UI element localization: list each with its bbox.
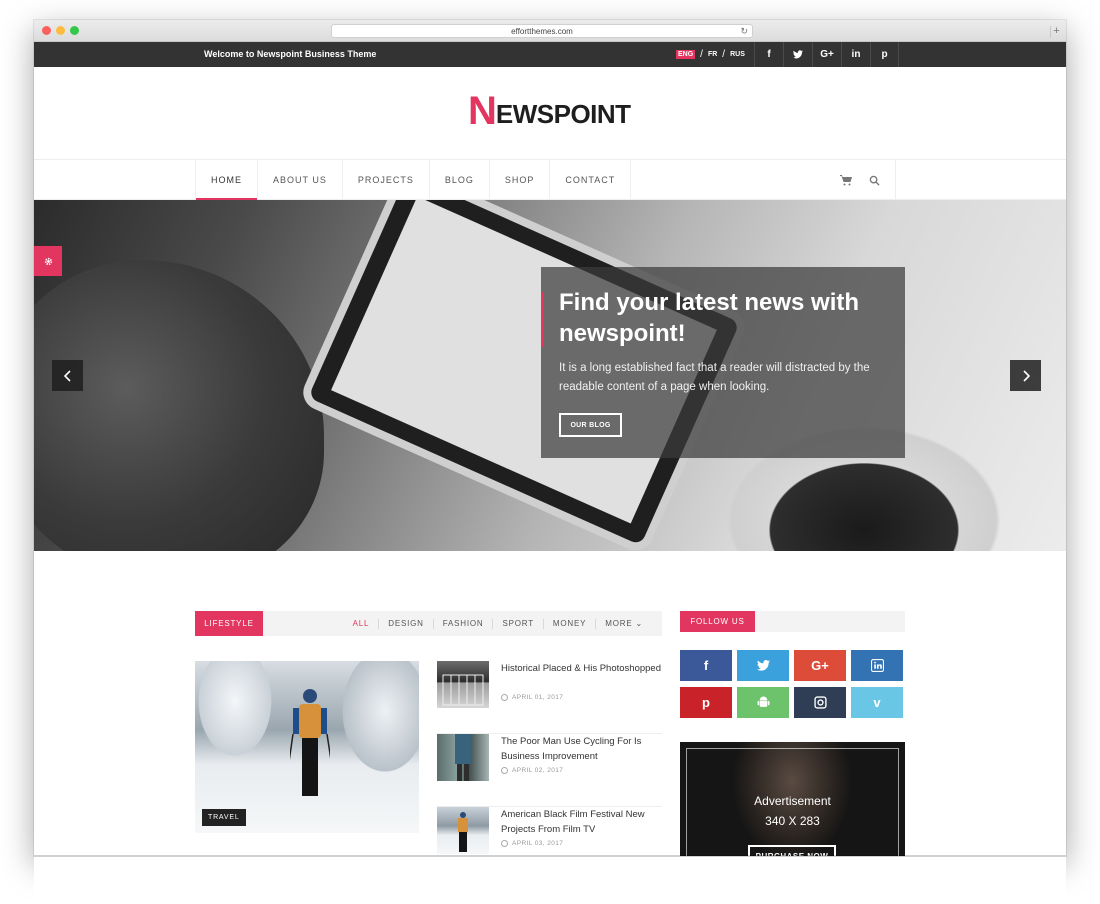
header-logo-area: N EWSPOINT bbox=[34, 67, 1066, 160]
google-plus-icon[interactable]: G+ bbox=[794, 650, 846, 681]
category-bar-visible: LIFESTYLE ALL DESIGN FASHION SPORT MONEY… bbox=[195, 611, 662, 636]
filter-more[interactable]: MORE ⌄ bbox=[595, 618, 652, 629]
browser-toolbar: effortthemes.com ↻ + bbox=[34, 20, 1066, 42]
language-switcher: ENG / FR / RUS bbox=[676, 42, 745, 67]
window-controls bbox=[42, 26, 79, 35]
search-icon[interactable] bbox=[867, 173, 881, 187]
hero-description: It is a long established fact that a rea… bbox=[559, 362, 870, 393]
window-bottom-edge bbox=[34, 856, 1066, 904]
main-navigation: HOME ABOUT US PROJECTS BLOG SHOP CONTACT bbox=[34, 160, 1066, 200]
linkedin-icon[interactable] bbox=[851, 650, 903, 681]
filter-design[interactable]: DESIGN bbox=[378, 618, 432, 629]
filter-all[interactable]: ALL bbox=[344, 619, 379, 629]
filter-money[interactable]: MONEY bbox=[542, 618, 595, 629]
lang-rus[interactable]: RUS bbox=[730, 51, 745, 58]
chevron-left-icon bbox=[63, 369, 71, 382]
feature-post-image[interactable]: TRAVEL bbox=[195, 661, 419, 833]
hero-title: Find your latest news with newspoint! bbox=[559, 289, 860, 347]
lang-eng[interactable]: ENG bbox=[676, 50, 696, 59]
facebook-icon[interactable]: f bbox=[680, 650, 732, 681]
site-logo[interactable]: N EWSPOINT bbox=[468, 89, 631, 133]
lang-separator: / bbox=[722, 49, 726, 60]
android-icon[interactable] bbox=[737, 687, 789, 718]
new-tab-icon[interactable]: + bbox=[1050, 26, 1062, 38]
chevron-right-icon bbox=[1022, 369, 1030, 382]
clock-icon bbox=[501, 767, 508, 774]
caption-accent-bar bbox=[541, 292, 544, 347]
ad-title: Advertisement bbox=[754, 794, 831, 808]
cart-icon[interactable] bbox=[839, 173, 853, 187]
nav-item-blog[interactable]: BLOG bbox=[430, 160, 490, 200]
post-thumbnail[interactable] bbox=[437, 734, 489, 781]
logo-initial: N bbox=[468, 89, 497, 133]
clock-icon bbox=[501, 840, 508, 847]
topbar-social-links: f G+ in p bbox=[754, 42, 899, 67]
follow-us-label: FOLLOW US bbox=[680, 611, 755, 632]
maximize-window-button[interactable] bbox=[70, 26, 79, 35]
post-date: APRIL 02, 2017 bbox=[501, 767, 563, 774]
facebook-icon[interactable]: f bbox=[754, 42, 783, 67]
address-bar[interactable]: effortthemes.com ↻ bbox=[331, 24, 753, 38]
hero-image-arm bbox=[34, 260, 324, 551]
lang-separator: / bbox=[700, 49, 703, 60]
category-label-visible: LIFESTYLE bbox=[195, 611, 263, 636]
advertisement-banner: Advertisement 340 X 283 PURCHASE NOW bbox=[680, 742, 905, 882]
close-window-button[interactable] bbox=[42, 26, 51, 35]
post-list: Historical Placed & His Photoshopped APR… bbox=[437, 661, 662, 880]
follow-us-bar: FOLLOW US bbox=[680, 611, 905, 632]
linkedin-icon[interactable]: in bbox=[841, 42, 870, 67]
hero-caption: Find your latest news with newspoint! It… bbox=[541, 267, 905, 458]
chevron-down-icon: ⌄ bbox=[635, 618, 643, 628]
nav-item-shop[interactable]: SHOP bbox=[490, 160, 551, 200]
list-item[interactable]: The Poor Man Use Cycling For Is Business… bbox=[437, 734, 662, 807]
post-title[interactable]: American Black Film Festival New Project… bbox=[501, 807, 666, 837]
instagram-icon[interactable] bbox=[794, 687, 846, 718]
post-date-text: APRIL 01, 2017 bbox=[512, 694, 564, 701]
hiker-figure bbox=[290, 689, 330, 796]
clock-icon bbox=[501, 694, 508, 701]
twitter-icon[interactable] bbox=[783, 42, 812, 67]
post-date-text: APRIL 03, 2017 bbox=[512, 840, 564, 847]
settings-gear-icon[interactable] bbox=[34, 246, 62, 276]
reload-icon[interactable]: ↻ bbox=[740, 25, 748, 38]
post-thumbnail[interactable] bbox=[437, 661, 489, 708]
pinterest-icon[interactable]: p bbox=[870, 42, 899, 67]
nav-item-about-us[interactable]: ABOUT US bbox=[258, 160, 343, 200]
nav-menu: HOME ABOUT US PROJECTS BLOG SHOP CONTACT bbox=[195, 160, 632, 200]
twitter-icon[interactable] bbox=[737, 650, 789, 681]
google-plus-icon[interactable]: G+ bbox=[812, 42, 841, 67]
post-thumbnail[interactable] bbox=[437, 807, 489, 854]
post-title[interactable]: The Poor Man Use Cycling For Is Business… bbox=[501, 734, 666, 764]
filter-more-label: MORE bbox=[605, 618, 633, 628]
vimeo-icon[interactable]: v bbox=[851, 687, 903, 718]
post-title[interactable]: Historical Placed & His Photoshopped bbox=[501, 661, 666, 676]
list-item[interactable]: Historical Placed & His Photoshopped APR… bbox=[437, 661, 662, 734]
filter-fashion[interactable]: FASHION bbox=[432, 618, 493, 629]
post-date: APRIL 03, 2017 bbox=[501, 840, 563, 847]
welcome-text: Welcome to Newspoint Business Theme bbox=[204, 49, 377, 59]
post-date: APRIL 01, 2017 bbox=[501, 694, 563, 701]
post-date-text: APRIL 02, 2017 bbox=[512, 767, 564, 774]
nav-item-projects[interactable]: PROJECTS bbox=[343, 160, 430, 200]
nav-tools bbox=[839, 160, 896, 200]
follow-social-grid: f G+ p v bbox=[680, 650, 905, 718]
nav-item-contact[interactable]: CONTACT bbox=[550, 160, 632, 200]
hero-slider: Find your latest news with newspoint! It… bbox=[34, 200, 1066, 551]
slider-prev-button[interactable] bbox=[52, 360, 83, 391]
top-bar: Welcome to Newspoint Business Theme ENG … bbox=[34, 42, 1066, 67]
logo-text: EWSPOINT bbox=[495, 99, 631, 129]
lang-fr[interactable]: FR bbox=[708, 51, 717, 58]
slider-next-button[interactable] bbox=[1010, 360, 1041, 391]
minimize-window-button[interactable] bbox=[56, 26, 65, 35]
filter-sport[interactable]: SPORT bbox=[492, 618, 542, 629]
our-blog-button[interactable]: OUR BLOG bbox=[559, 413, 622, 437]
ad-size: 340 X 283 bbox=[765, 814, 820, 828]
window-shadow-line bbox=[34, 855, 1066, 857]
address-bar-url: effortthemes.com bbox=[511, 27, 573, 36]
category-filters-visible: ALL DESIGN FASHION SPORT MONEY MORE ⌄ bbox=[344, 611, 652, 636]
pinterest-icon[interactable]: p bbox=[680, 687, 732, 718]
nav-item-home[interactable]: HOME bbox=[196, 160, 258, 200]
travel-tag[interactable]: TRAVEL bbox=[202, 809, 246, 826]
